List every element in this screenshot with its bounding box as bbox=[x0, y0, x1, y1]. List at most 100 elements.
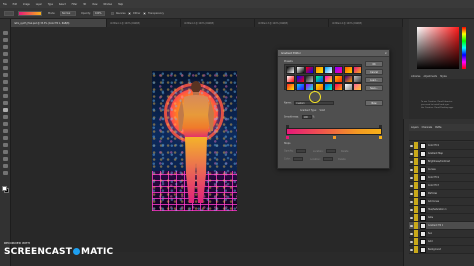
layer-row[interactable]: Brightness/Contrast bbox=[409, 158, 474, 166]
layer-row[interactable]: Sun bbox=[409, 230, 474, 238]
eye-icon[interactable] bbox=[410, 224, 413, 227]
brush-tool-icon[interactable] bbox=[3, 80, 8, 84]
clone-stamp-tool-icon[interactable] bbox=[3, 87, 8, 91]
layer-row[interactable]: Curves bbox=[409, 166, 474, 174]
gradient-preset-swatch[interactable] bbox=[333, 83, 343, 92]
menu-file[interactable]: File bbox=[0, 3, 10, 6]
dither-checkbox[interactable] bbox=[128, 12, 131, 15]
document-tab[interactable]: Untitled-4 @ 100% (RGB/8) bbox=[329, 19, 403, 27]
gradient-preset-swatch[interactable] bbox=[343, 66, 353, 74]
layer-row[interactable]: Hue/Saturation 1 bbox=[409, 206, 474, 214]
layer-row[interactable]: Color Fill 2 bbox=[409, 174, 474, 182]
eye-icon[interactable] bbox=[410, 176, 413, 179]
document-tab-active[interactable]: retro_synth_final.psd @ 33.3% (Color Fil… bbox=[11, 19, 107, 27]
layer-row[interactable]: Color Fill 1 bbox=[409, 142, 474, 150]
layer-row[interactable]: Glow bbox=[409, 214, 474, 222]
color-stop-mid[interactable] bbox=[333, 136, 336, 139]
tab-channels[interactable]: Channels bbox=[422, 126, 433, 129]
close-icon[interactable]: × bbox=[384, 51, 387, 55]
eye-icon[interactable] bbox=[410, 184, 413, 187]
layer-row[interactable]: Gradient Fill 1 bbox=[409, 222, 474, 230]
new-button[interactable]: New bbox=[365, 100, 383, 106]
reverse-checkbox[interactable] bbox=[111, 12, 114, 15]
gradient-preset-swatch[interactable] bbox=[305, 66, 315, 74]
ok-button[interactable]: OK bbox=[365, 61, 383, 67]
gradient-preset-swatch[interactable] bbox=[286, 66, 295, 74]
gradient-preset-swatch[interactable] bbox=[295, 66, 305, 74]
document-tab[interactable]: Untitled-2 @ 100% (RGB/8) bbox=[181, 19, 255, 27]
hue-slider[interactable] bbox=[462, 27, 466, 69]
menu-type[interactable]: Type bbox=[45, 3, 56, 6]
mode-dropdown[interactable]: Normal bbox=[60, 11, 76, 16]
opacity-field[interactable]: 100% bbox=[93, 11, 105, 16]
more-tools-icon[interactable] bbox=[3, 171, 8, 175]
layer-row[interactable]: Gradient Map bbox=[409, 150, 474, 158]
menu-filter[interactable]: Filter bbox=[69, 3, 80, 6]
menu-window[interactable]: Window bbox=[100, 3, 115, 6]
menu-view[interactable]: View bbox=[89, 3, 100, 6]
move-tool-icon[interactable] bbox=[3, 31, 8, 35]
eye-icon[interactable] bbox=[410, 160, 413, 163]
gradient-preset-swatch[interactable] bbox=[324, 66, 334, 74]
eye-icon[interactable] bbox=[410, 200, 413, 203]
eye-icon[interactable] bbox=[410, 248, 413, 251]
transparency-checkbox[interactable] bbox=[143, 12, 146, 15]
crop-tool-icon[interactable] bbox=[3, 59, 8, 63]
marquee-tool-icon[interactable] bbox=[3, 38, 8, 42]
save-button[interactable]: Save... bbox=[365, 85, 383, 91]
load-button[interactable]: Load... bbox=[365, 77, 383, 83]
menu-image[interactable]: Image bbox=[20, 3, 33, 6]
eye-icon[interactable] bbox=[410, 216, 413, 219]
gradient-preset-swatch[interactable] bbox=[286, 83, 295, 92]
eye-icon[interactable] bbox=[410, 168, 413, 171]
hand-tool-icon[interactable] bbox=[3, 157, 8, 161]
eye-icon[interactable] bbox=[410, 208, 413, 211]
gradient-preset-swatch[interactable] bbox=[305, 74, 315, 83]
gradient-tool-icon[interactable] bbox=[3, 108, 8, 112]
quick-select-tool-icon[interactable] bbox=[3, 52, 8, 56]
eyedropper-tool-icon[interactable] bbox=[3, 66, 8, 70]
history-brush-tool-icon[interactable] bbox=[3, 94, 8, 98]
stop-opacity-location-input[interactable] bbox=[326, 149, 337, 153]
color-picker-field[interactable] bbox=[417, 27, 459, 69]
document-tab[interactable]: Untitled-1 @ 100% (RGB/8) bbox=[107, 19, 181, 27]
eye-icon[interactable] bbox=[410, 240, 413, 243]
stop-opacity-input[interactable] bbox=[296, 149, 307, 153]
gradient-preset-swatch[interactable] bbox=[333, 74, 343, 83]
gradient-preset-swatch[interactable] bbox=[295, 74, 305, 83]
eye-icon[interactable] bbox=[410, 232, 413, 235]
pen-tool-icon[interactable] bbox=[3, 129, 8, 133]
type-tool-icon[interactable] bbox=[3, 136, 8, 140]
tab-styles[interactable]: Styles bbox=[440, 75, 447, 78]
menu-select[interactable]: Select bbox=[56, 3, 69, 6]
tab-layers[interactable]: Layers bbox=[411, 126, 419, 129]
color-stop-left[interactable] bbox=[286, 136, 289, 139]
gradient-tool-preset-picker[interactable] bbox=[4, 11, 14, 16]
gradient-preset-swatch[interactable] bbox=[286, 74, 295, 83]
menu-3d[interactable]: 3D bbox=[80, 3, 89, 6]
zoom-tool-icon[interactable] bbox=[3, 164, 8, 168]
stop-color-swatch[interactable] bbox=[293, 157, 304, 161]
layer-row[interactable]: Particles bbox=[409, 190, 474, 198]
gradient-preset-swatch[interactable] bbox=[324, 83, 334, 92]
eye-icon[interactable] bbox=[410, 144, 413, 147]
blur-tool-icon[interactable] bbox=[3, 115, 8, 119]
stop-color-location-input[interactable] bbox=[323, 157, 334, 161]
tab-adjustments[interactable]: Adjustments bbox=[423, 75, 437, 78]
document-tab[interactable]: Untitled-3 @ 100% (RGB/8) bbox=[255, 19, 329, 27]
tab-paths[interactable]: Paths bbox=[435, 126, 441, 129]
layer-row[interactable]: Grid bbox=[409, 238, 474, 246]
color-stop-right[interactable] bbox=[379, 136, 382, 139]
gradient-preset-swatch[interactable] bbox=[314, 74, 324, 83]
gradient-swatch[interactable] bbox=[18, 11, 42, 16]
dodge-tool-icon[interactable] bbox=[3, 122, 8, 126]
eye-icon[interactable] bbox=[410, 152, 413, 155]
healing-brush-tool-icon[interactable] bbox=[3, 73, 8, 77]
menu-layer[interactable]: Layer bbox=[33, 3, 45, 6]
layer-row[interactable]: Grid Lines bbox=[409, 198, 474, 206]
eraser-tool-icon[interactable] bbox=[3, 101, 8, 105]
gradient-preset-swatch[interactable] bbox=[343, 83, 353, 92]
gradient-preset-swatch[interactable] bbox=[353, 83, 363, 92]
foreground-color-swatch[interactable] bbox=[2, 186, 7, 191]
stop-opacity-delete-button[interactable]: Delete bbox=[341, 150, 349, 153]
